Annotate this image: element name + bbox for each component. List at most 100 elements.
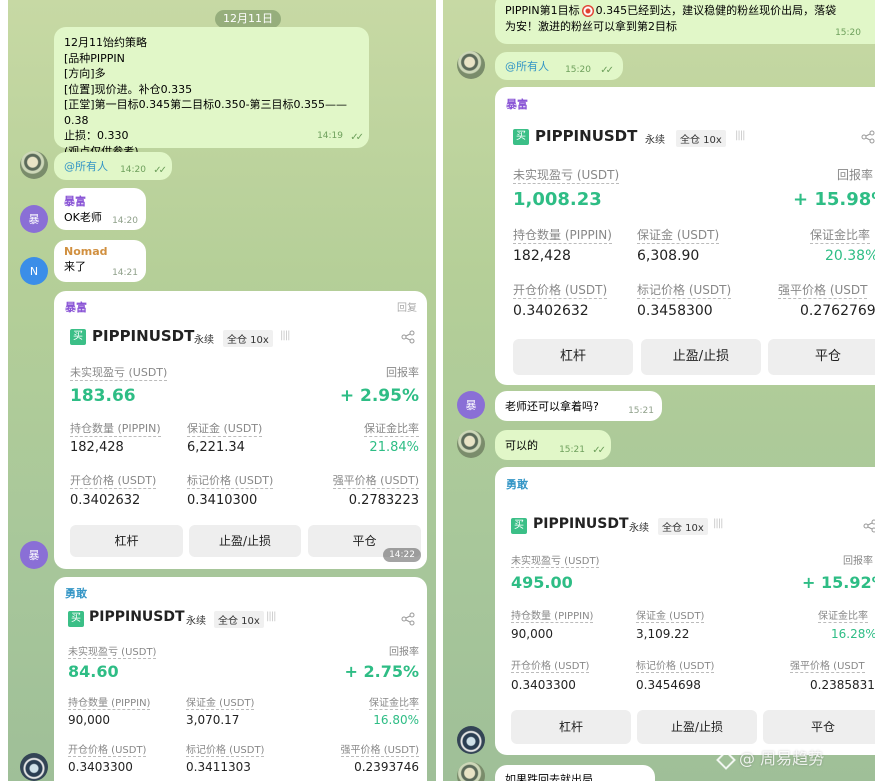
diamond-logo-icon xyxy=(716,749,736,770)
avatar[interactable] xyxy=(20,151,48,179)
avatar[interactable] xyxy=(457,726,485,754)
avatar[interactable]: 暴 xyxy=(20,541,48,569)
margin-ratio-label: 保证金比率 xyxy=(369,694,419,710)
avatar[interactable] xyxy=(457,762,485,781)
margin-ratio-label: 保证金比率 xyxy=(364,422,419,437)
margin-value: 6,221.34 xyxy=(187,440,245,455)
qty-label: 持仓数量 (PIPPIN) xyxy=(513,228,612,244)
message-text: 如果跌回去就出局 xyxy=(505,773,593,781)
sender-name: 勇敢 xyxy=(506,478,528,491)
share-icon[interactable] xyxy=(863,519,875,533)
tp-sl-button[interactable]: 止盈/止损 xyxy=(189,525,301,557)
margin-mode: 全仓 10x xyxy=(214,611,264,628)
read-check-icon: ✓✓ xyxy=(600,65,614,76)
margin-label: 保证金 (USDT) xyxy=(636,607,705,623)
avatar[interactable]: 暴 xyxy=(20,205,48,233)
qty-value: 90,000 xyxy=(68,713,110,727)
message-time: 14:21 xyxy=(112,268,138,278)
position-card-message[interactable]: 暴富 回复 买 PIPPINUSDT 永续 全仓 10x |||| 未实现盈亏 … xyxy=(54,291,427,569)
margin-label: 保证金 (USDT) xyxy=(637,228,720,244)
read-check-icon: ✓✓ xyxy=(350,131,364,143)
leverage-bars-icon: |||| xyxy=(735,130,746,141)
margin-ratio-value: 16.28% xyxy=(831,627,875,641)
roe-value: + 2.75% xyxy=(344,662,419,681)
mark-price-value: 0.3454698 xyxy=(636,678,701,692)
strategy-line: 止损：0.330 xyxy=(64,129,129,142)
message-line: PIPPIN第1目标 0.345已经到达，建议稳健的粉丝现价出局，落袋 xyxy=(505,4,837,17)
leverage-button[interactable]: 杠杆 xyxy=(70,525,183,557)
qty-value: 182,428 xyxy=(70,440,124,455)
margin-ratio-value: 21.84% xyxy=(369,440,419,455)
contract-type: 永续 xyxy=(194,335,214,346)
roe-value: + 15.98% xyxy=(793,189,875,210)
watermark: @ 周易趋势 xyxy=(716,745,824,770)
mention-text: @所有人 xyxy=(64,160,108,173)
tp-sl-button[interactable]: 止盈/止损 xyxy=(641,339,761,375)
strategy-line: 12月11饴约策略 xyxy=(64,36,147,49)
mark-price-label: 标记价格 (USDT) xyxy=(636,657,715,673)
message-line: 为安！激进的粉丝可以拿到第2目标 xyxy=(505,20,677,33)
liq-price-label: 强平价格 (USDT) xyxy=(340,741,419,757)
entry-price-value: 0.3403300 xyxy=(68,760,133,774)
share-icon[interactable] xyxy=(401,330,415,344)
liq-price-label: 强平价格 (USDT xyxy=(778,283,868,299)
liq-price-value: 0.2393746 xyxy=(354,760,419,774)
symbol: PIPPINUSDT xyxy=(535,127,638,145)
leverage-bars-icon: |||| xyxy=(713,518,724,529)
tp-sl-button[interactable]: 止盈/止损 xyxy=(637,710,757,744)
leverage-button[interactable]: 杠杆 xyxy=(511,710,631,744)
pnl-value: 495.00 xyxy=(511,573,573,592)
mark-price-label: 标记价格 (USDT) xyxy=(186,741,265,757)
liq-price-value: 0.2783223 xyxy=(348,493,419,508)
buy-badge: 买 xyxy=(70,329,86,345)
position-card-message[interactable]: 暴富 买 PIPPINUSDT 永续 全仓 10x |||| 未实现盈亏 (US… xyxy=(495,87,875,385)
message-time: 15:20 xyxy=(565,65,591,75)
share-icon[interactable] xyxy=(861,130,875,144)
avatar[interactable] xyxy=(457,430,485,458)
buy-badge: 买 xyxy=(68,611,84,627)
avatar[interactable]: 暴 xyxy=(457,391,485,419)
margin-label: 保证金 (USDT) xyxy=(187,422,263,437)
pnl-value: 84.60 xyxy=(68,662,119,681)
right-chat-pane[interactable]: PIPPIN第1目标 0.345已经到达，建议稳健的粉丝现价出局，落袋 为安！激进… xyxy=(443,0,875,781)
entry-price-label: 开仓价格 (USDT) xyxy=(68,741,147,757)
sender-name: 暴富 xyxy=(65,301,87,314)
mark-price-value: 0.3458300 xyxy=(637,303,713,319)
reply-button[interactable]: 回复 xyxy=(397,299,417,314)
mark-price-label: 标记价格 (USDT) xyxy=(637,283,732,299)
leverage-button[interactable]: 杠杆 xyxy=(513,339,633,375)
target-reached-message: PIPPIN第1目标 0.345已经到达，建议稳健的粉丝现价出局，落袋 为安！激进… xyxy=(495,0,875,44)
pnl-label: 未实现盈亏 (USDT) xyxy=(513,168,620,184)
close-position-button[interactable]: 平仓 xyxy=(763,710,875,744)
margin-mode: 全仓 10x xyxy=(676,130,726,147)
buy-badge: 买 xyxy=(511,518,527,534)
avatar[interactable] xyxy=(20,753,48,781)
position-card-message[interactable]: 勇敢 买 PIPPINUSDT 永续 全仓 10x |||| 未实现盈亏 (US… xyxy=(495,467,875,755)
pnl-label: 未实现盈亏 (USDT) xyxy=(68,643,157,659)
left-chat-pane[interactable]: 12月11日 12月11饴约策略 [品种PIPPIN [方向]多 [位置]现价进… xyxy=(8,0,436,781)
position-card-message[interactable]: 勇敢 买 PIPPINUSDT 永续 全仓 10x |||| 未实现盈亏 (US… xyxy=(54,577,427,781)
entry-price-label: 开仓价格 (USDT) xyxy=(70,474,157,489)
sender-name: 暴富 xyxy=(64,195,86,208)
message-time: 14:22 xyxy=(383,548,421,562)
liq-price-value: 0.2762769 xyxy=(800,303,875,319)
mark-price-label: 标记价格 (USDT) xyxy=(187,474,274,489)
chat-message: 可以的 15:21 ✓✓ xyxy=(495,430,611,460)
avatar[interactable] xyxy=(457,51,485,79)
share-icon[interactable] xyxy=(401,612,415,626)
chat-message: 老师还可以拿着吗? 15:21 xyxy=(495,391,662,421)
message-time: 15:21 xyxy=(559,445,585,455)
pnl-label: 未实现盈亏 (USDT) xyxy=(511,552,600,568)
message-time: 14:19 xyxy=(317,130,343,141)
mark-price-value: 0.3410300 xyxy=(187,493,258,508)
liq-price-label: 强平价格 (USDT) xyxy=(332,474,419,489)
qty-value: 182,428 xyxy=(513,248,571,264)
margin-ratio-value: 16.80% xyxy=(373,713,419,727)
qty-label: 持仓数量 (PIPPIN) xyxy=(68,694,151,710)
avatar[interactable]: N xyxy=(20,257,48,285)
close-position-button[interactable]: 平仓 xyxy=(768,339,875,375)
contract-type: 永续 xyxy=(629,523,649,534)
margin-value: 3,109.22 xyxy=(636,627,690,641)
margin-value: 3,070.17 xyxy=(186,713,240,727)
qty-label: 持仓数量 (PIPPIN) xyxy=(511,607,594,623)
